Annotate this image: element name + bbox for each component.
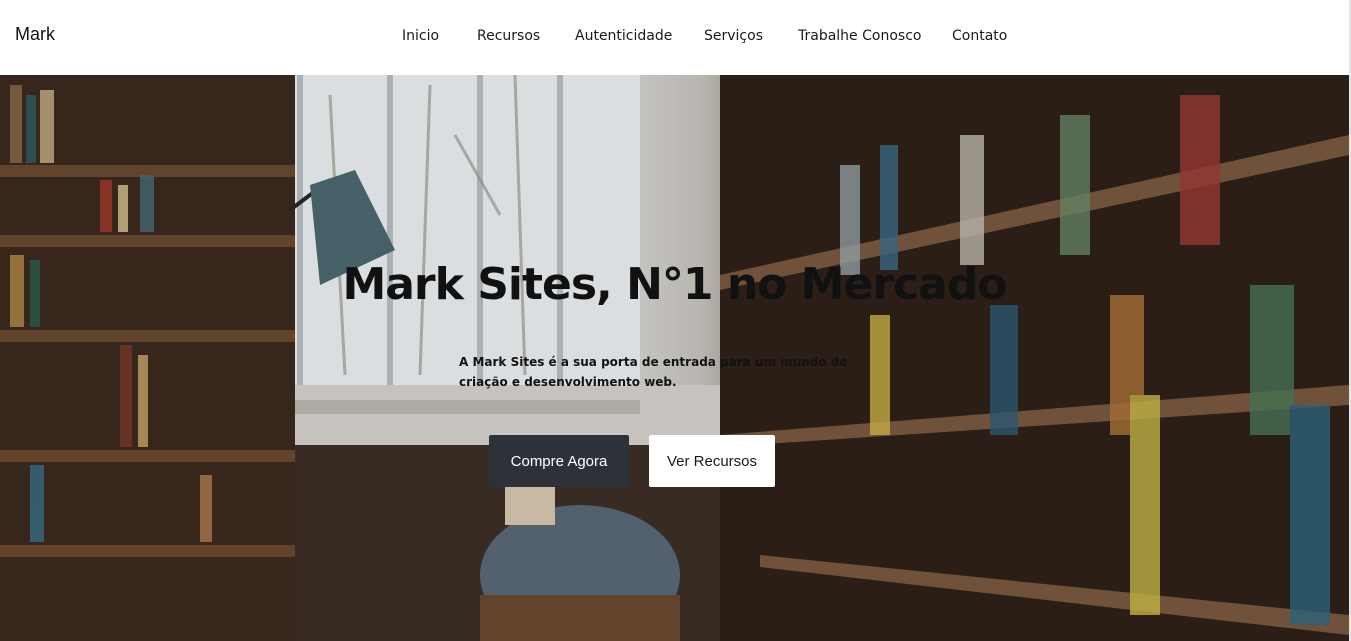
hero-subtitle: A Mark Sites é a sua porta de entrada pa…: [459, 355, 848, 389]
top-navbar: Mark Inicio Recursos Autenticidade Servi…: [0, 0, 1351, 75]
nav-menu: Inicio Recursos Autenticidade Serviços T…: [0, 0, 1351, 75]
nav-link-autenticidade[interactable]: Autenticidade: [575, 28, 672, 44]
nav-link-trabalhe-conosco[interactable]: Trabalhe Conosco: [798, 28, 921, 44]
buy-now-button[interactable]: Compre Agora: [489, 435, 629, 487]
hero-title: Mark Sites, N°1 no Mercado: [342, 259, 1007, 310]
nav-link-contato[interactable]: Contato: [952, 28, 1007, 44]
hero-section: Mark Sites, N°1 no Mercado A Mark Sites …: [0, 75, 1349, 641]
nav-link-recursos[interactable]: Recursos: [477, 28, 540, 44]
view-resources-button[interactable]: Ver Recursos: [649, 435, 775, 487]
nav-link-inicio[interactable]: Inicio: [402, 28, 439, 44]
nav-link-servicos[interactable]: Serviços: [704, 28, 763, 44]
